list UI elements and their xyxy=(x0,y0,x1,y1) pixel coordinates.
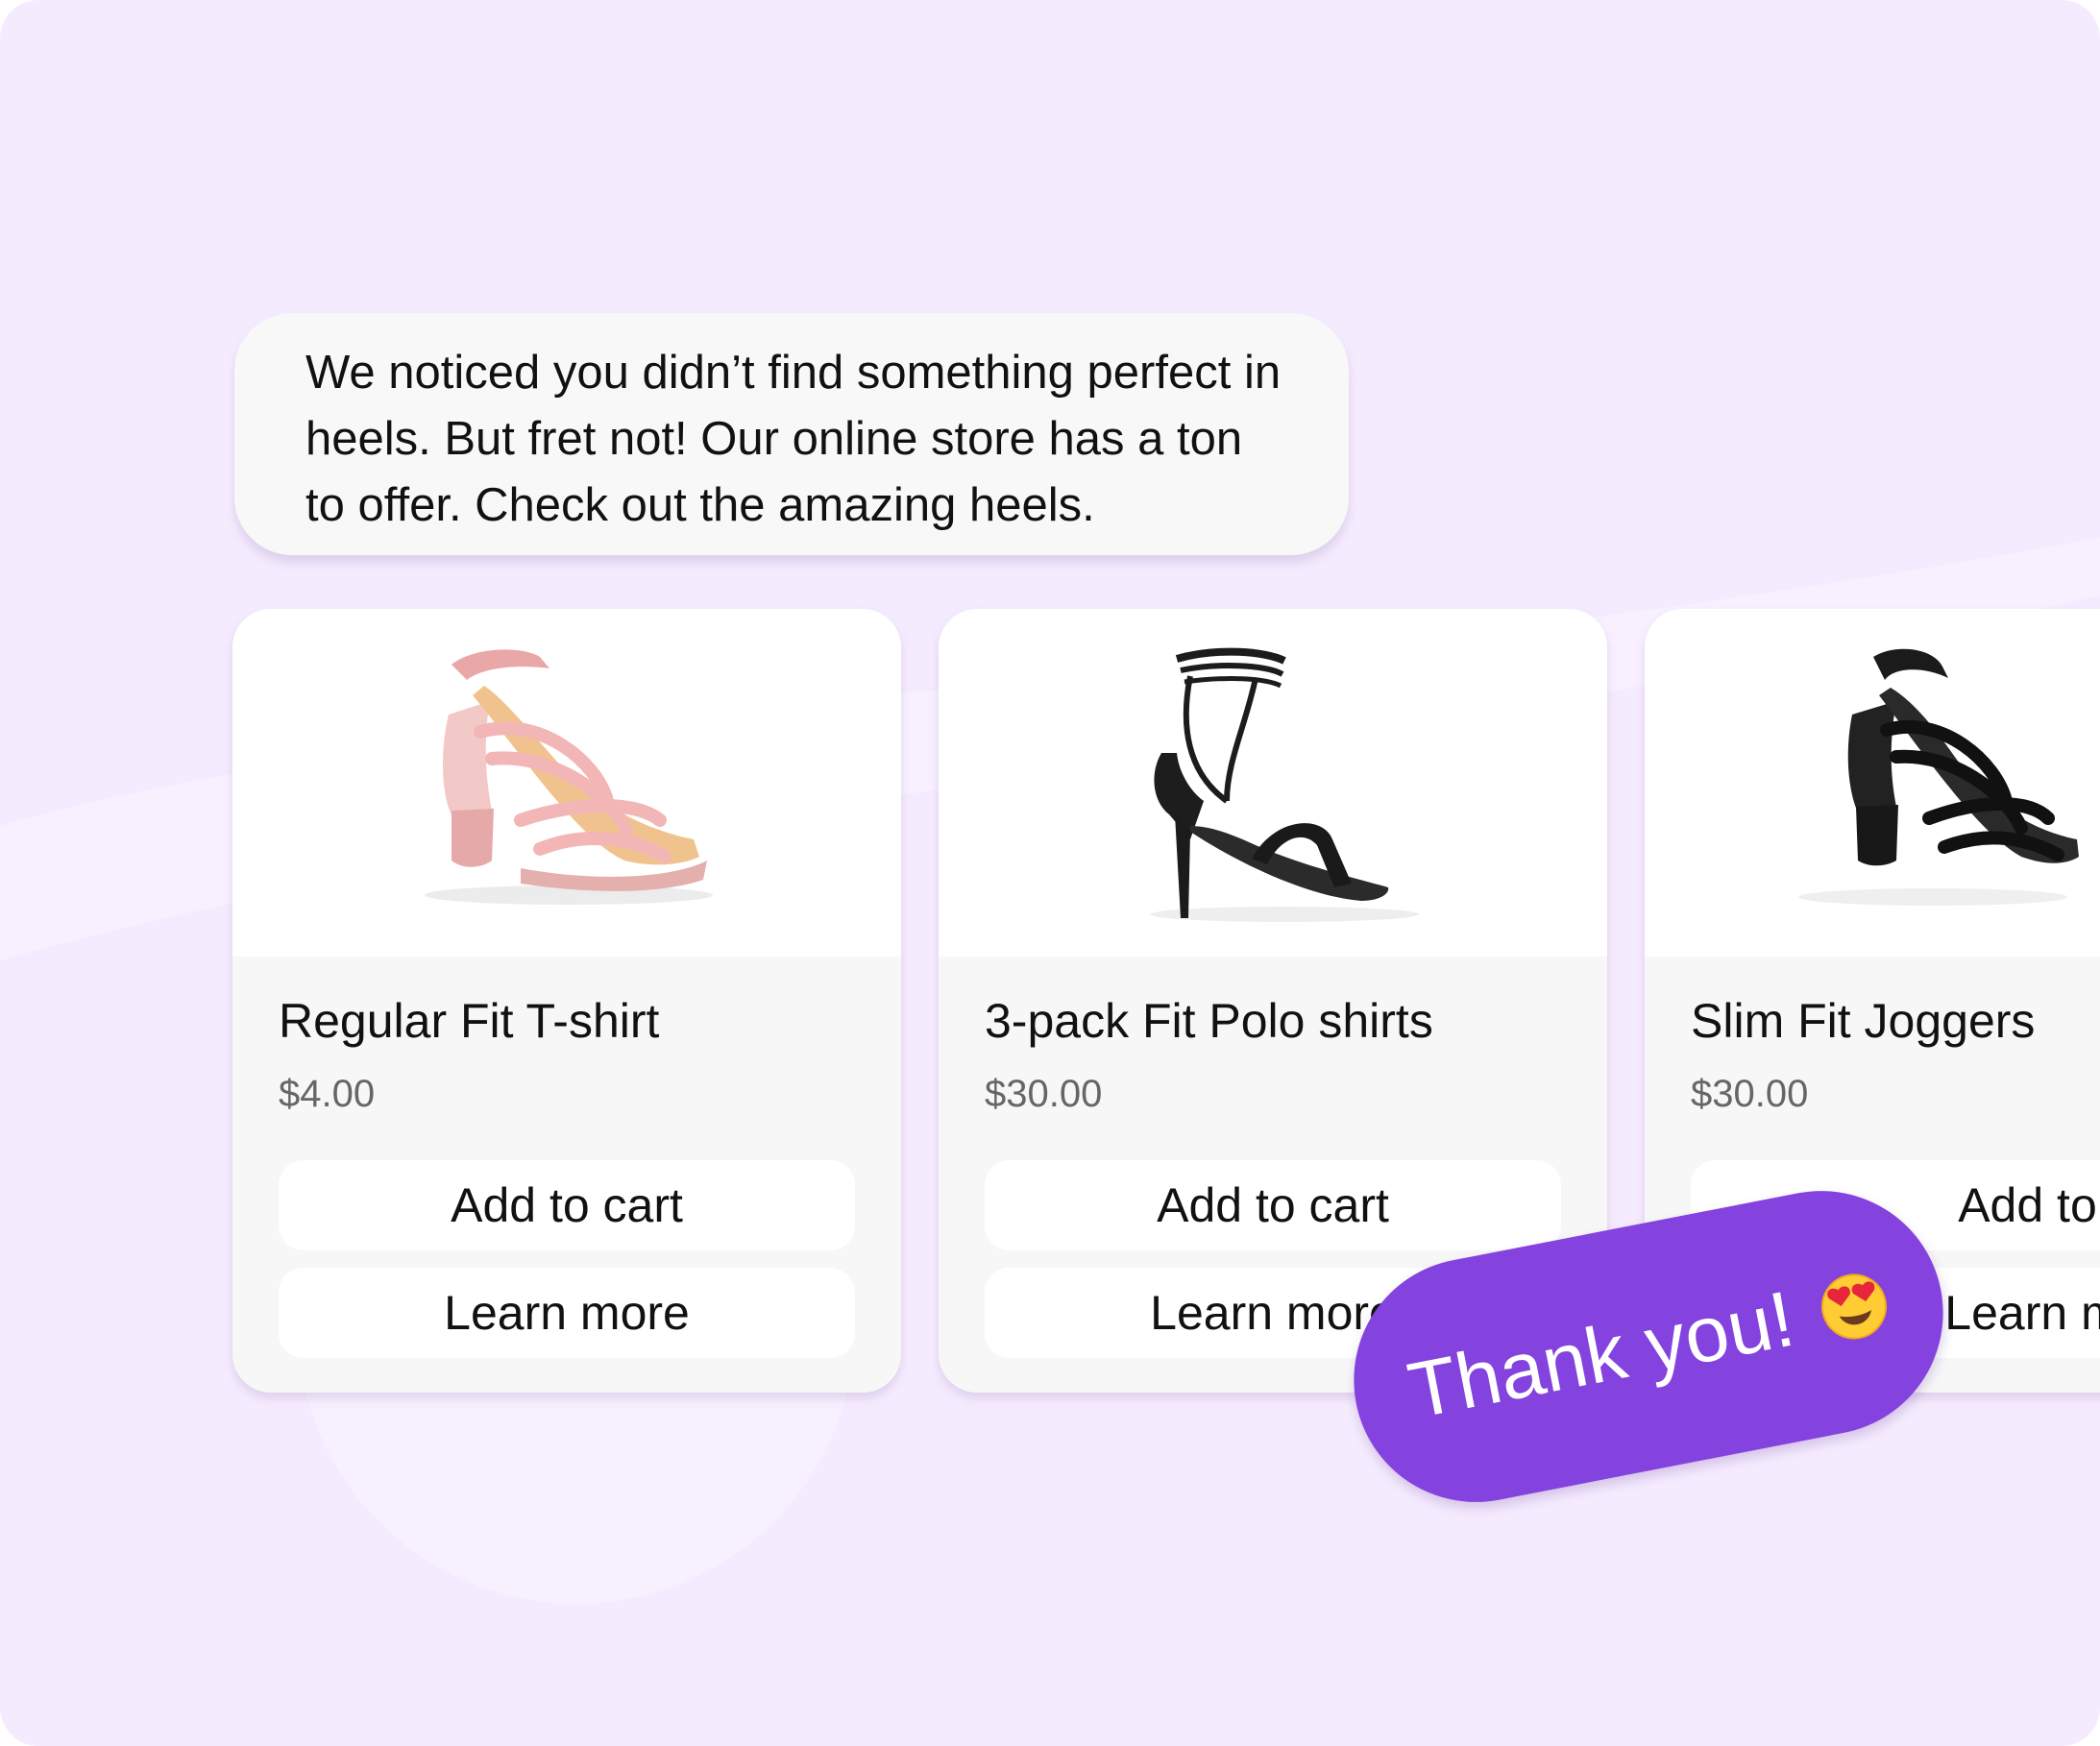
add-to-cart-button[interactable]: Add to cart xyxy=(985,1160,1561,1250)
product-title: 3-pack Fit Polo shirts xyxy=(985,994,1433,1048)
pink-sandal-icon xyxy=(425,649,713,905)
chat-canvas: We noticed you didn’t find something per… xyxy=(0,0,2100,1746)
product-image xyxy=(1645,609,2100,957)
bot-message-text: We noticed you didn’t find something per… xyxy=(305,347,1282,531)
bot-message-bubble: We noticed you didn’t find something per… xyxy=(234,313,1349,555)
black-sandal-icon xyxy=(1798,648,2079,906)
product-image xyxy=(232,609,901,957)
product-title: Slim Fit Joggers xyxy=(1691,994,2036,1048)
product-price: $4.00 xyxy=(279,1073,376,1115)
add-to-cart-button[interactable]: Add to cart xyxy=(279,1160,855,1250)
product-price: $30.00 xyxy=(1691,1073,1809,1115)
product-card[interactable]: Regular Fit T-shirt $4.00 Add to cart Le… xyxy=(232,609,901,1393)
product-image xyxy=(939,609,1607,957)
learn-more-button[interactable]: Learn more xyxy=(279,1268,855,1358)
heart-eyes-emoji-icon xyxy=(1820,1273,1887,1340)
thank-you-text: Thank you! xyxy=(1402,1274,1801,1436)
product-price: $30.00 xyxy=(985,1073,1103,1115)
product-title: Regular Fit T-shirt xyxy=(279,994,660,1048)
black-stiletto-icon xyxy=(1150,647,1419,922)
